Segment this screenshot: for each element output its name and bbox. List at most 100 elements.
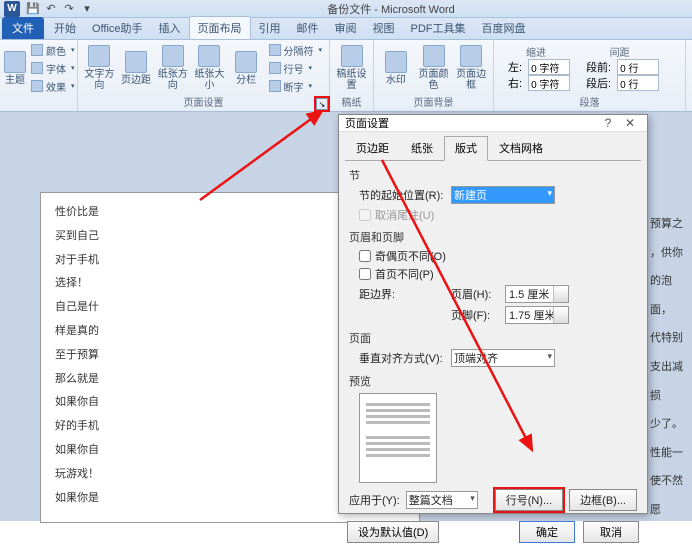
tab-baidu-disk[interactable]: 百度网盘: [474, 17, 534, 39]
dialog-tabs: 页边距 纸张 版式 文档网格: [345, 136, 641, 161]
watermark-button[interactable]: 水印: [378, 42, 414, 94]
dialog-body: 节 节的起始位置(R): 新建页 取消尾注(U) 页眉和页脚 奇偶页不同(O) …: [339, 161, 647, 517]
page-setup-label: 页面设置: [82, 94, 325, 109]
tab-home[interactable]: 开始: [46, 17, 84, 39]
file-tab[interactable]: 文件: [2, 17, 44, 39]
tab-references[interactable]: 引用: [251, 17, 289, 39]
manuscript-label: 稿纸: [334, 94, 369, 109]
dialog-title: 页面设置: [345, 115, 389, 131]
preview-label: 预览: [349, 373, 637, 389]
tab-pdf-tools[interactable]: PDF工具集: [403, 17, 474, 39]
page-section-label: 页面: [349, 330, 637, 346]
doc-fragments: 预算之 ，供你 的泡面， 代特别 支出减损 少了。 性能一 使不然愿: [650, 210, 692, 525]
save-icon[interactable]: 💾: [26, 2, 40, 16]
header-label: 页眉(H):: [451, 286, 499, 302]
hyphenation-button[interactable]: 断字▾: [266, 78, 326, 95]
page-setup-dialog: 页面设置 ? ✕ 页边距 纸张 版式 文档网格 节 节的起始位置(R): 新建页…: [338, 114, 648, 514]
page-borders-icon: [460, 45, 482, 67]
text-direction-button[interactable]: 文字方向: [82, 42, 117, 94]
hyphenation-icon: [269, 80, 281, 92]
themes-label: 主题: [5, 75, 25, 86]
size-icon: [198, 45, 220, 67]
manuscript-icon: [341, 45, 363, 67]
space-before-input[interactable]: [617, 59, 659, 75]
dlg-tab-grid[interactable]: 文档网格: [488, 136, 554, 160]
page-setup-dialog-launcher[interactable]: ↘: [316, 98, 328, 110]
page-background-group: 水印 页面颜色 页面边框 页面背景: [374, 40, 494, 111]
suppress-endnotes-label: 取消尾注(U): [375, 207, 434, 223]
line-numbers-dialog-button[interactable]: 行号(N)...: [495, 489, 563, 511]
ribbon: 主题 颜色▾ 字体▾ 效果▾ 文字方向 页边距 纸张方向 纸张大小 分栏 分隔符…: [0, 40, 692, 112]
tab-view[interactable]: 视图: [365, 17, 403, 39]
suppress-endnotes-checkbox: [359, 209, 371, 221]
window-title: 备份文件 - Microsoft Word: [94, 1, 688, 17]
set-default-button[interactable]: 设为默认值(D): [347, 521, 439, 543]
indent-left-input[interactable]: [528, 59, 570, 75]
cancel-button[interactable]: 取消: [583, 521, 639, 543]
footer-label: 页脚(F):: [451, 307, 499, 323]
background-label: 页面背景: [378, 94, 489, 109]
line-numbers-button[interactable]: 行号▾: [266, 60, 326, 77]
page-borders-button[interactable]: 页面边框: [453, 42, 489, 94]
borders-dialog-button[interactable]: 边框(B)...: [569, 489, 637, 511]
margins-button[interactable]: 页边距: [119, 42, 154, 94]
undo-icon[interactable]: ↶: [44, 2, 58, 16]
text-direction-icon: [88, 45, 110, 67]
page-color-icon: [423, 45, 445, 67]
section-label: 节: [349, 167, 637, 183]
section-start-label: 节的起始位置(R):: [359, 187, 445, 203]
columns-button[interactable]: 分栏: [229, 42, 264, 94]
manuscript-group: 稿纸设置 稿纸: [330, 40, 374, 111]
footer-distance-input[interactable]: 1.75 厘米: [505, 306, 569, 324]
paragraph-group: 缩进 左: 右: 间距 段前: 段后: 段落: [494, 40, 686, 111]
dialog-footer: 设为默认值(D) 确定 取消: [339, 517, 647, 551]
valign-select[interactable]: 顶端对齐: [451, 349, 555, 367]
tab-review[interactable]: 审阅: [327, 17, 365, 39]
word-app-icon: W: [4, 1, 20, 17]
qat-dropdown-icon[interactable]: ▾: [80, 2, 94, 16]
colors-icon: [31, 44, 43, 56]
space-after-input[interactable]: [617, 75, 659, 91]
theme-fonts-button[interactable]: 字体▾: [28, 60, 78, 77]
odd-even-checkbox[interactable]: [359, 250, 371, 262]
orientation-icon: [162, 45, 184, 67]
apply-to-select[interactable]: 整篇文档: [406, 491, 478, 509]
header-distance-input[interactable]: 1.5 厘米: [505, 285, 569, 303]
page-color-button[interactable]: 页面颜色: [416, 42, 452, 94]
dlg-tab-margins[interactable]: 页边距: [345, 136, 400, 160]
headers-label: 页眉和页脚: [349, 229, 637, 245]
valign-label: 垂直对齐方式(V):: [359, 350, 445, 366]
manuscript-button[interactable]: 稿纸设置: [334, 42, 369, 94]
size-button[interactable]: 纸张大小: [192, 42, 227, 94]
indent-header: 缩进: [502, 44, 570, 59]
title-bar: W 💾 ↶ ↷ ▾ 备份文件 - Microsoft Word: [0, 0, 692, 18]
tab-insert[interactable]: 插入: [151, 17, 189, 39]
themes-group: 主题 颜色▾ 字体▾ 效果▾: [0, 40, 78, 111]
first-page-checkbox[interactable]: [359, 268, 371, 280]
page-setup-group: 文字方向 页边距 纸张方向 纸张大小 分栏 分隔符▾ 行号▾ 断字▾ 页面设置 …: [78, 40, 330, 111]
watermark-icon: [385, 51, 407, 73]
tab-mailings[interactable]: 邮件: [289, 17, 327, 39]
spacing-header: 间距: [580, 44, 659, 59]
dlg-tab-layout[interactable]: 版式: [444, 136, 488, 161]
dialog-close-button[interactable]: ✕: [619, 116, 641, 130]
breaks-icon: [269, 44, 281, 56]
section-start-select[interactable]: 新建页: [451, 186, 555, 204]
paragraph-label: 段落: [498, 94, 681, 109]
orientation-button[interactable]: 纸张方向: [155, 42, 190, 94]
line-numbers-icon: [269, 62, 281, 74]
ok-button[interactable]: 确定: [519, 521, 575, 543]
dlg-tab-paper[interactable]: 纸张: [400, 136, 444, 160]
theme-colors-button[interactable]: 颜色▾: [28, 42, 78, 59]
theme-effects-button[interactable]: 效果▾: [28, 78, 78, 95]
themes-button[interactable]: 主题: [4, 42, 26, 94]
quick-access-toolbar: 💾 ↶ ↷ ▾: [26, 2, 94, 16]
fonts-icon: [31, 62, 43, 74]
tab-office-helper[interactable]: Office助手: [84, 17, 151, 39]
tab-page-layout[interactable]: 页面布局: [189, 16, 251, 39]
redo-icon[interactable]: ↷: [62, 2, 76, 16]
indent-right-input[interactable]: [528, 75, 570, 91]
dialog-help-button[interactable]: ?: [597, 116, 619, 130]
breaks-button[interactable]: 分隔符▾: [266, 42, 326, 59]
effects-icon: [31, 80, 43, 92]
